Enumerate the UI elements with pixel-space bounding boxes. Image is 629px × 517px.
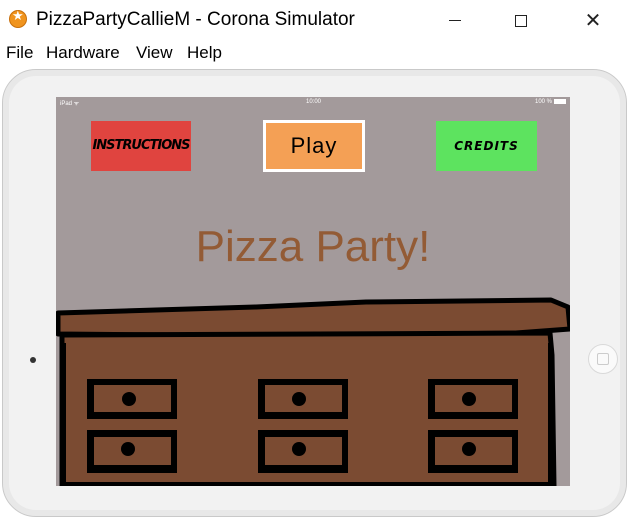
- close-button[interactable]: ✕: [570, 6, 616, 34]
- minimize-button[interactable]: [432, 6, 478, 34]
- drawer-left-bottom-knob: [121, 442, 135, 456]
- maximize-icon: [515, 14, 527, 27]
- home-square-icon: [597, 353, 609, 365]
- instructions-button[interactable]: INSTRUCTIONS: [91, 121, 191, 171]
- play-button[interactable]: Play: [263, 120, 365, 172]
- drawer-left-top-knob: [122, 392, 136, 406]
- desk-top: [56, 297, 570, 338]
- drawer-right-bottom-knob: [462, 442, 476, 456]
- menu-bar: File Hardware View Help: [0, 40, 629, 66]
- title-bar: PizzaPartyCallieM - Corona Simulator ✕: [0, 0, 629, 40]
- game-title: Pizza Party!: [195, 222, 431, 271]
- credits-button[interactable]: CREDITS: [436, 121, 537, 171]
- menu-file[interactable]: File: [6, 43, 33, 63]
- menu-help[interactable]: Help: [187, 43, 222, 63]
- corona-app-icon: [9, 9, 27, 28]
- drawer-middle-bottom-knob: [292, 442, 306, 456]
- home-button[interactable]: [588, 344, 618, 374]
- close-icon: ✕: [584, 8, 602, 32]
- drawer-middle-top-knob: [292, 392, 306, 406]
- camera-icon: [30, 357, 36, 363]
- window-title: PizzaPartyCallieM - Corona Simulator: [36, 9, 355, 30]
- device-screen: iPad ᯤ 10:00 100 % INSTRUCTIONS Play CRE…: [56, 97, 570, 486]
- menu-hardware[interactable]: Hardware: [46, 43, 120, 63]
- maximize-button[interactable]: [498, 6, 544, 34]
- minimize-icon: [449, 20, 461, 21]
- drawer-right-top-knob: [462, 392, 476, 406]
- menu-view[interactable]: View: [136, 43, 173, 63]
